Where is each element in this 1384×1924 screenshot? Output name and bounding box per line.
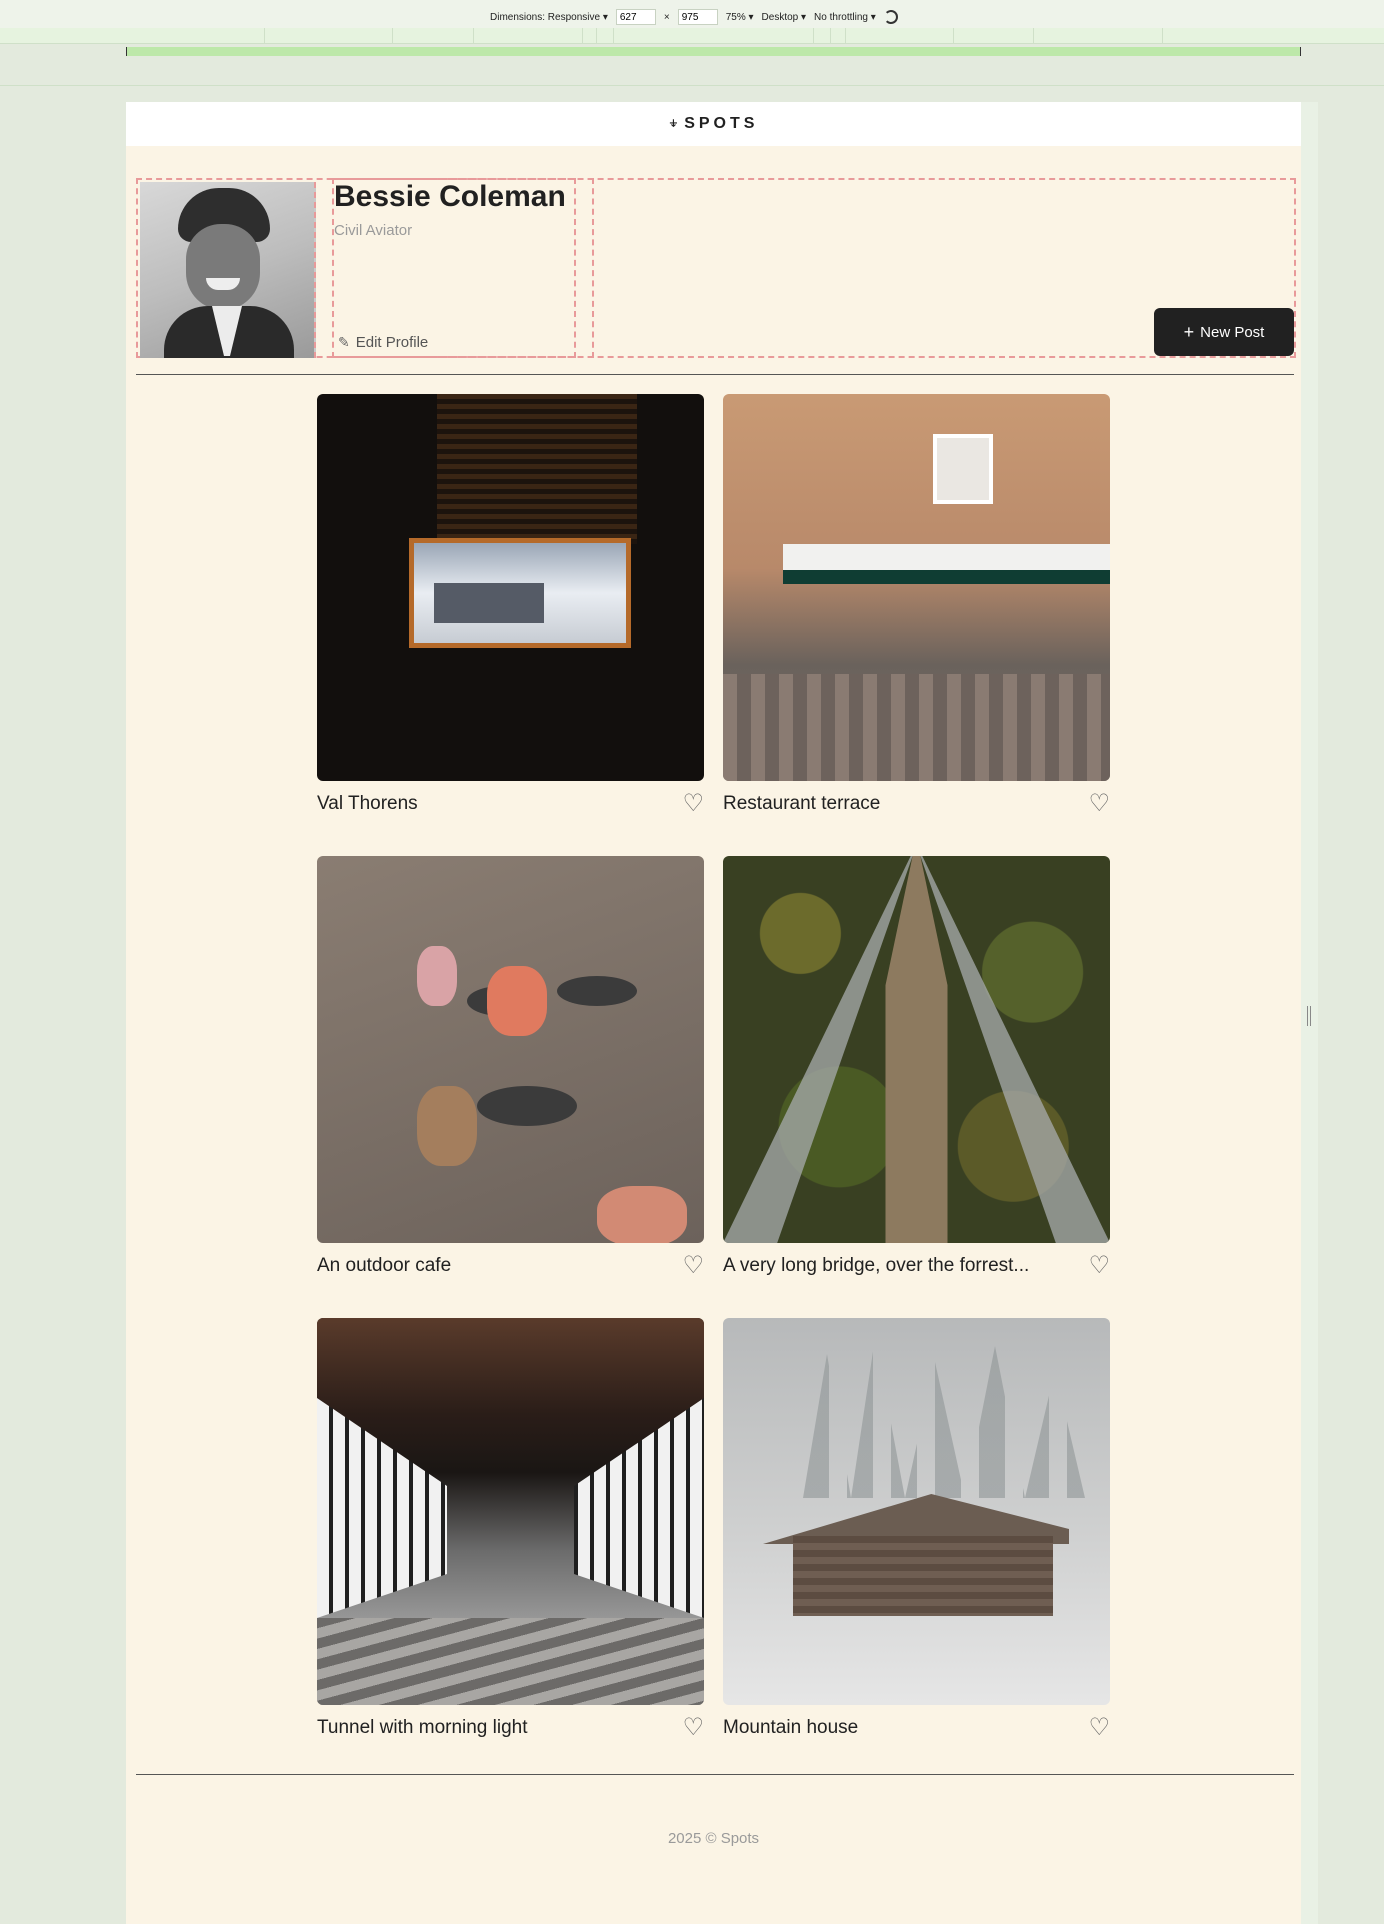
throttling-dropdown[interactable]: No throttling ▾ — [814, 12, 876, 23]
plus-icon: + — [1183, 321, 1195, 342]
resize-handle[interactable] — [1307, 1006, 1311, 1026]
card: Val Thorens ♡ — [317, 394, 704, 816]
heart-icon[interactable]: ♡ — [682, 1715, 704, 1740]
card: Restaurant terrace ♡ — [723, 394, 1110, 816]
page: ⍖ SPOTS Bessie Coleman Civil Aviator ✎ E… — [126, 102, 1301, 1924]
card: Tunnel with morning light ♡ — [317, 1318, 704, 1740]
width-input[interactable] — [615, 9, 656, 25]
dimensions-label: Dimensions: Responsive — [490, 11, 601, 23]
heart-icon[interactable]: ♡ — [1088, 791, 1110, 816]
card-image[interactable] — [317, 856, 704, 1243]
card-image[interactable] — [723, 1318, 1110, 1705]
divider — [136, 374, 1294, 375]
card-image[interactable] — [723, 856, 1110, 1243]
new-post-button[interactable]: + New Post — [1154, 308, 1294, 356]
card-image[interactable] — [317, 394, 704, 781]
card: A very long bridge, over the forrest... … — [723, 856, 1110, 1278]
cards-grid: Val Thorens ♡ Restaurant terrace ♡ An ou… — [317, 394, 1112, 1740]
card: Mountain house ♡ — [723, 1318, 1110, 1740]
height-input[interactable] — [677, 9, 718, 25]
media-query-bar[interactable] — [126, 47, 1301, 56]
zoom-label: 75% — [725, 11, 746, 23]
heart-icon[interactable]: ♡ — [1088, 1715, 1110, 1740]
avatar — [140, 182, 316, 358]
card-title: A very long bridge, over the forrest... — [723, 1254, 1030, 1276]
divider — [136, 1774, 1294, 1775]
rotate-icon[interactable] — [883, 10, 898, 24]
edit-profile-label: Edit Profile — [355, 334, 429, 351]
site-header: ⍖ SPOTS — [126, 102, 1301, 146]
zoom-dropdown[interactable]: 75% ▾ — [726, 12, 754, 23]
new-post-label: New Post — [1200, 323, 1265, 341]
throttling-label: No throttling — [814, 11, 868, 23]
dimensions-dropdown[interactable]: Dimensions: Responsive ▾ — [490, 12, 608, 23]
media-query-ruler — [0, 28, 1384, 44]
footer-text: 2025 © Spots — [667, 1830, 760, 1847]
profile-name: Bessie Coleman — [334, 180, 566, 213]
pencil-icon: ✎ — [338, 334, 350, 350]
logo-text[interactable]: SPOTS — [684, 115, 758, 133]
card-title: An outdoor cafe — [317, 1254, 452, 1276]
profile-section: Bessie Coleman Civil Aviator ✎ Edit Prof… — [136, 178, 1296, 358]
edit-profile-button[interactable]: ✎ Edit Profile — [338, 334, 428, 351]
card-image[interactable] — [317, 1318, 704, 1705]
heart-icon[interactable]: ♡ — [682, 1253, 704, 1278]
card-image[interactable] — [723, 394, 1110, 781]
times-sign: × — [663, 11, 670, 23]
logo-icon: ⍖ — [668, 115, 679, 132]
card-title: Tunnel with morning light — [317, 1716, 528, 1738]
card-title: Val Thorens — [317, 792, 418, 814]
card: An outdoor cafe ♡ — [317, 856, 704, 1278]
heart-icon[interactable]: ♡ — [682, 791, 704, 816]
heart-icon[interactable]: ♡ — [1088, 1253, 1110, 1278]
card-title: Mountain house — [723, 1716, 859, 1738]
device-dropdown[interactable]: Desktop ▾ — [762, 12, 807, 23]
card-title: Restaurant terrace — [723, 792, 881, 814]
device-label: Desktop — [761, 11, 799, 23]
profile-role: Civil Aviator — [334, 222, 413, 239]
divider — [0, 85, 1384, 86]
